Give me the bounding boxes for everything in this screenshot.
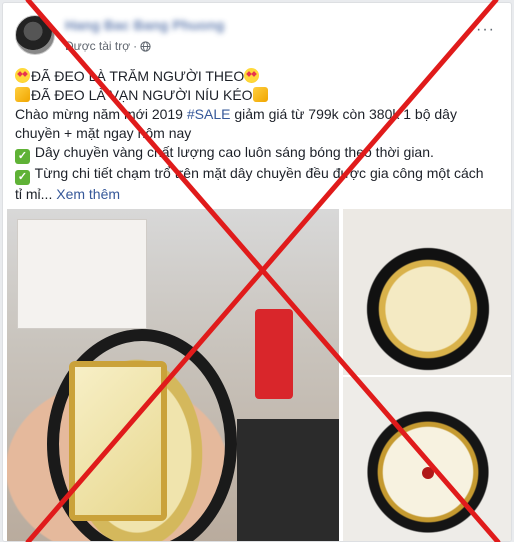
text-line-7: tỉ mỉ... Xem thêm [15,185,499,204]
heart-eyes-emoji-icon [244,68,260,83]
muscle-emoji-icon [15,87,30,102]
text-line-3: Chào mừng năm mới 2019 #SALE giảm giá từ… [15,105,499,124]
headline-2: ĐÃ ĐEO LÀ VẠN NGƯỜI NÍU KÉO [31,87,253,103]
post-text: ĐÃ ĐEO LÀ TRĂM NGƯỜI THEO ĐÃ ĐEO LÀ VẠN … [15,67,499,204]
muscle-emoji-icon [252,87,268,102]
packaging-box [17,219,147,329]
see-more-link[interactable]: Xem thêm [56,186,120,202]
dragon-pendant-photo[interactable] [343,209,511,375]
promo-text: Chào mừng năm mới 2019 [15,106,187,122]
page-name-link[interactable]: Hang Bac Bang Phuong [65,17,224,33]
text-line-2: ĐÃ ĐEO LÀ VẠN NGƯỜI NÍU KÉO [15,86,499,105]
round-pendant-photo[interactable] [343,377,511,541]
post-image-grid [3,209,511,541]
sponsored-post: Hang Bac Bang Phuong Được tài trợ · ··· … [2,2,512,542]
more-options-icon[interactable]: ··· [476,21,495,39]
globe-icon[interactable] [140,40,151,52]
feature-2: Từng chi tiết chạm trổ trên mặt dây chuy… [34,165,484,181]
text-line-4: chuyền + mặt ngay hôm nay [15,125,192,141]
main-product-photo[interactable] [7,209,339,541]
text-line-5: ✓ Dây chuyền vàng chất lượng cao luôn sá… [15,143,499,164]
check-mark-emoji-icon: ✓ [15,170,30,185]
heart-eyes-emoji-icon [15,68,30,83]
headline-1: ĐÃ ĐEO LÀ TRĂM NGƯỜI THEO [31,68,245,84]
feature-1: Dây chuyền vàng chất lượng cao luôn sáng… [34,144,434,160]
post-header: Hang Bac Bang Phuong Được tài trợ · ··· [15,15,499,59]
meta-separator: · [133,39,138,53]
sale-hashtag-link[interactable]: #SALE [187,106,231,122]
promo-text-cont: giảm giá từ 799k còn 380k 1 bộ dây [230,106,457,122]
text-line-6: ✓ Từng chi tiết chạm trổ trên mặt dây ch… [15,164,499,185]
text-line-1: ĐÃ ĐEO LÀ TRĂM NGƯỜI THEO [15,67,499,86]
keyboard-corner [237,419,339,541]
check-mark-emoji-icon: ✓ [15,149,30,164]
page-avatar[interactable] [15,15,55,55]
post-meta: Được tài trợ · [65,39,151,53]
red-lighter [255,309,293,399]
gold-pendant [69,361,167,521]
feature-2-cont: tỉ mỉ... [15,186,57,202]
red-stone [422,467,434,479]
sponsored-label[interactable]: Được tài trợ [65,39,130,53]
